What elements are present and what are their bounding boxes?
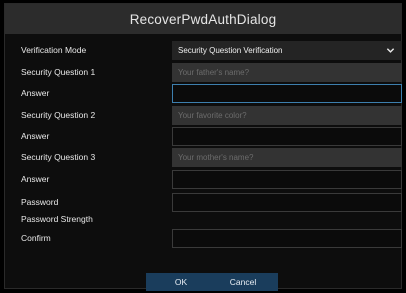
security-question-1-row: Security Question 1 Your father's name? bbox=[5, 63, 402, 82]
dialog-buttons: OK Cancel bbox=[5, 273, 401, 293]
confirm-row: Confirm bbox=[5, 229, 402, 248]
security-question-2-field: Your favorite color? bbox=[172, 106, 402, 125]
security-question-3-label: Security Question 3 bbox=[21, 152, 96, 162]
verification-mode-row: Verification Mode Security Question Veri… bbox=[5, 41, 402, 60]
answer-2-row: Answer bbox=[5, 127, 402, 146]
dialog-title: RecoverPwdAuthDialog bbox=[129, 11, 277, 27]
answer-3-label: Answer bbox=[21, 174, 50, 184]
answer-1-row: Answer bbox=[5, 84, 402, 103]
security-question-3-row: Security Question 3 Your mother's name? bbox=[5, 148, 402, 167]
password-strength-row: Password Strength bbox=[5, 210, 401, 229]
recover-password-dialog: RecoverPwdAuthDialog Verification Mode S… bbox=[4, 3, 402, 291]
security-question-3-field: Your mother's name? bbox=[172, 148, 402, 167]
confirm-label: Confirm bbox=[21, 233, 51, 243]
security-question-1-field: Your father's name? bbox=[172, 63, 402, 82]
answer-3-input[interactable] bbox=[172, 170, 402, 189]
answer-3-row: Answer bbox=[5, 170, 402, 189]
verification-mode-label: Verification Mode bbox=[21, 45, 87, 55]
chevron-down-icon bbox=[386, 48, 395, 53]
security-question-2-row: Security Question 2 Your favorite color? bbox=[5, 106, 402, 125]
answer-1-input[interactable] bbox=[172, 84, 402, 103]
confirm-password-input[interactable] bbox=[172, 229, 402, 248]
security-question-2-label: Security Question 2 bbox=[21, 110, 96, 120]
cancel-button[interactable]: Cancel bbox=[208, 273, 278, 291]
password-strength-label: Password Strength bbox=[21, 214, 93, 224]
security-question-1-label: Security Question 1 bbox=[21, 67, 96, 77]
ok-button[interactable]: OK bbox=[146, 273, 216, 291]
verification-mode-select[interactable]: Security Question Verification bbox=[172, 41, 402, 60]
answer-2-input[interactable] bbox=[172, 127, 402, 146]
verification-mode-value: Security Question Verification bbox=[178, 46, 283, 55]
dialog-titlebar: RecoverPwdAuthDialog bbox=[5, 4, 401, 34]
answer-2-label: Answer bbox=[21, 131, 50, 141]
answer-1-label: Answer bbox=[21, 88, 50, 98]
